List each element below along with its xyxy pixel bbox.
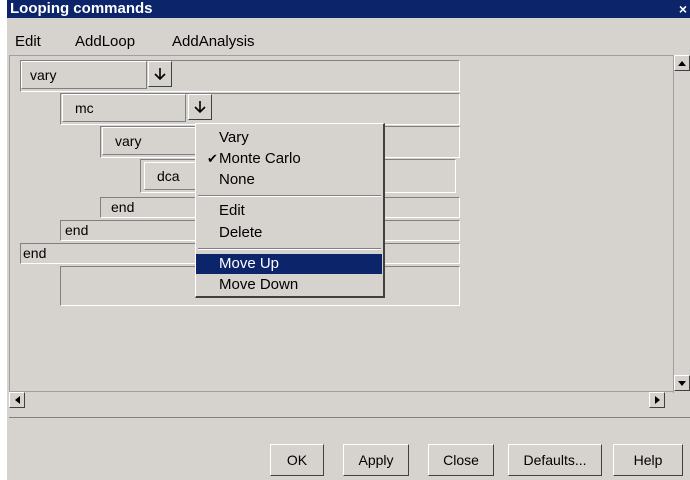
apply-button[interactable]: Apply	[343, 444, 409, 476]
down-triangle-icon	[678, 380, 686, 386]
menu-addanalysis[interactable]: AddAnalysis	[172, 33, 255, 50]
inner-vary-end-label: end	[111, 199, 135, 215]
menu-item-vary-label: Vary	[219, 129, 249, 146]
ok-button[interactable]: OK	[270, 444, 324, 476]
up-triangle-icon	[678, 60, 686, 66]
down-arrow-icon	[154, 68, 166, 81]
menu-item-vary[interactable]: Vary	[196, 128, 382, 148]
menu-item-none-label: None	[219, 171, 255, 188]
outer-vary-selector[interactable]: vary	[21, 61, 147, 89]
checkmark-icon: ✔	[207, 151, 218, 166]
down-arrow-icon	[194, 101, 206, 114]
menu-separator	[198, 195, 381, 197]
analysis-label: dca	[157, 168, 180, 184]
close-button[interactable]: Close	[428, 444, 494, 476]
menu-separator	[198, 248, 381, 250]
menu-item-edit[interactable]: Edit	[196, 201, 382, 221]
right-triangle-icon	[654, 396, 660, 404]
scroll-down-button[interactable]	[674, 375, 690, 391]
help-button[interactable]: Help	[613, 444, 683, 476]
menu-item-monte-carlo-label: Monte Carlo	[219, 150, 301, 167]
menu-item-none[interactable]: None	[196, 170, 382, 190]
outer-vary-end-label: end	[23, 245, 47, 261]
mc-selector[interactable]: mc	[62, 94, 186, 122]
menu-item-move-up[interactable]: Move Up	[196, 254, 382, 274]
menu-item-delete-label: Delete	[219, 224, 263, 241]
menu-item-monte-carlo[interactable]: ✔ Monte Carlo	[196, 149, 382, 169]
outer-vary-label: vary	[30, 67, 57, 83]
menu-edit[interactable]: Edit	[15, 33, 41, 50]
mc-label: mc	[75, 100, 94, 116]
title-bar[interactable]: Looping commands ×	[7, 0, 690, 18]
mc-dropdown-button[interactable]	[188, 94, 212, 120]
status-bar	[9, 417, 690, 438]
menu-item-delete[interactable]: Delete	[196, 223, 382, 243]
inner-vary-label: vary	[115, 133, 142, 149]
vertical-scrollbar[interactable]	[673, 55, 690, 391]
menu-item-move-down-label: Move Down	[219, 276, 299, 293]
outer-vary-dropdown-button[interactable]	[148, 61, 172, 87]
left-triangle-icon	[14, 396, 20, 404]
menu-item-move-up-label: Move Up	[219, 255, 280, 272]
context-menu: Vary ✔ Monte Carlo None Edit Delete Move…	[195, 123, 385, 298]
scroll-up-button[interactable]	[674, 55, 690, 71]
menu-item-move-down[interactable]: Move Down	[196, 275, 382, 295]
scroll-left-button[interactable]	[9, 392, 25, 408]
menu-addloop[interactable]: AddLoop	[75, 33, 135, 50]
defaults-button[interactable]: Defaults...	[508, 444, 602, 476]
looping-commands-window: Looping commands × Edit AddLoop AddAnaly…	[7, 0, 690, 480]
mc-end-label: end	[65, 222, 89, 238]
close-icon[interactable]: ×	[676, 0, 690, 18]
scroll-right-button[interactable]	[649, 392, 665, 408]
horizontal-scrollbar[interactable]	[9, 391, 673, 409]
menu-bar: Edit AddLoop AddAnalysis	[7, 19, 690, 53]
menu-item-edit-label: Edit	[219, 202, 245, 219]
window-title: Looping commands	[10, 0, 153, 17]
